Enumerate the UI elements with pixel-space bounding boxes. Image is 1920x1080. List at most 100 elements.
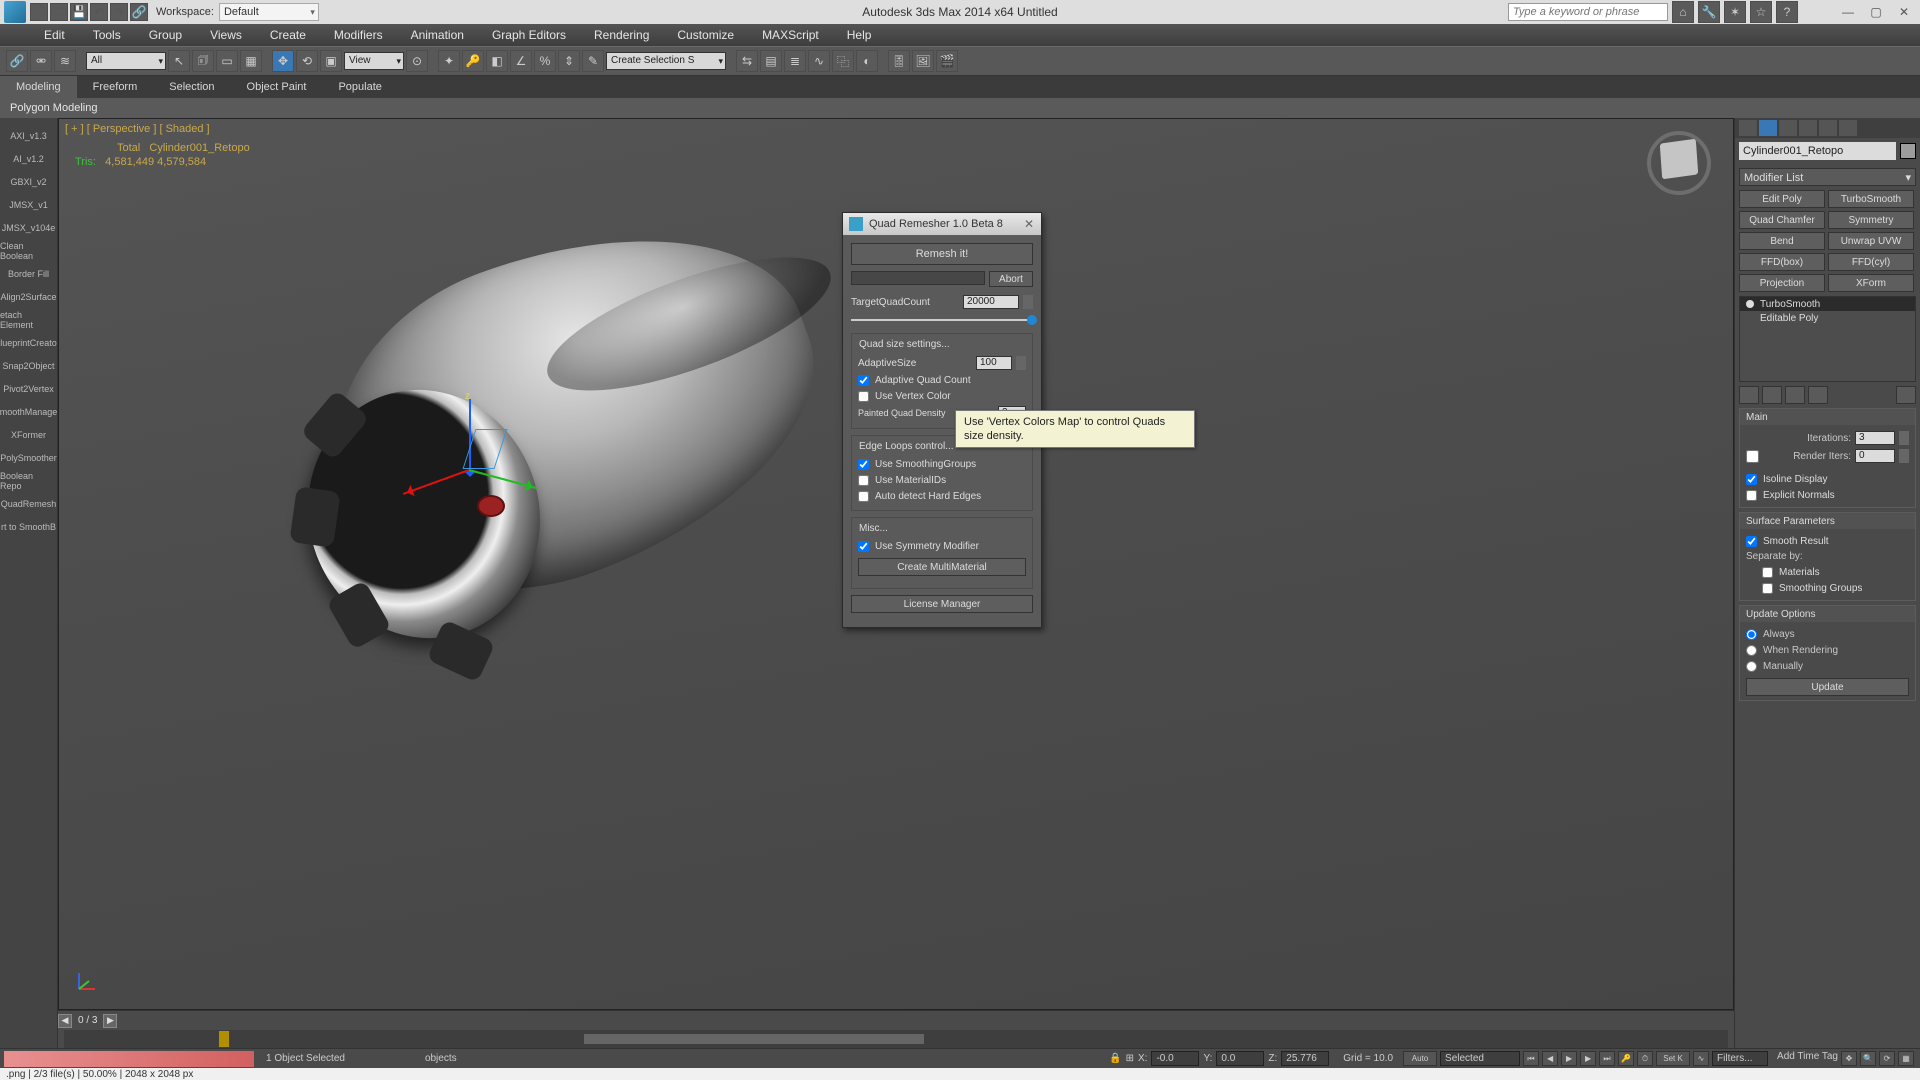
rotate-tool-icon[interactable]: ⟲ — [296, 50, 318, 72]
rollout-header[interactable]: Surface Parameters — [1740, 513, 1915, 529]
adaptive-quad-checkbox[interactable] — [858, 375, 869, 386]
setkey-button[interactable]: Set K — [1656, 1051, 1690, 1066]
select-name-icon[interactable]: 🗊 — [192, 50, 214, 72]
menu-maxscript[interactable]: MAXScript — [748, 24, 833, 46]
named-selection-dropdown[interactable]: Create Selection S — [606, 52, 726, 70]
spinner-snap-icon[interactable]: ⇕ — [558, 50, 580, 72]
utilities-tab-icon[interactable] — [1839, 120, 1857, 136]
render-prod-icon[interactable]: 🎬 — [936, 50, 958, 72]
target-quad-slider[interactable] — [851, 313, 1033, 327]
ref-coord-dropdown[interactable]: View — [344, 52, 404, 70]
script-item[interactable]: AXI_v1.3 — [0, 124, 57, 147]
smooth-result-checkbox[interactable] — [1746, 536, 1757, 547]
show-end-result-icon[interactable] — [1762, 386, 1782, 404]
manipulate-icon[interactable]: ✦ — [438, 50, 460, 72]
script-item[interactable]: Border Fill — [0, 262, 57, 285]
modifier-list-dropdown[interactable]: Modifier List — [1739, 168, 1916, 186]
timeline-left-icon[interactable]: ◀ — [58, 1014, 72, 1028]
use-symmetry-checkbox[interactable] — [858, 541, 869, 552]
pivot-center-icon[interactable]: ⊙ — [406, 50, 428, 72]
selection-filter-dropdown[interactable]: All — [86, 52, 166, 70]
curve-editor-icon[interactable]: ∿ — [808, 50, 830, 72]
pin-stack-icon[interactable] — [1739, 386, 1759, 404]
explicit-normals-checkbox[interactable] — [1746, 490, 1757, 501]
script-item[interactable]: QuadRemesh — [0, 492, 57, 515]
save-icon[interactable]: 💾 — [70, 3, 88, 21]
script-item[interactable]: PolySmoother — [0, 446, 57, 469]
menu-views[interactable]: Views — [196, 24, 256, 46]
create-multimaterial-button[interactable]: Create MultiMaterial — [858, 558, 1026, 576]
mod-btn[interactable]: Bend — [1739, 232, 1825, 250]
undo-icon[interactable]: ↶ — [90, 3, 108, 21]
ribbon-tab-freeform[interactable]: Freeform — [77, 76, 154, 98]
timeline-right-icon[interactable]: ▶ — [103, 1014, 117, 1028]
infocenter-icon[interactable]: ⌂ — [1672, 1, 1694, 23]
track-bar-segment[interactable] — [584, 1034, 924, 1044]
script-item[interactable]: Pivot2Vertex — [0, 377, 57, 400]
mod-btn[interactable]: XForm — [1828, 274, 1914, 292]
render-iters-checkbox[interactable] — [1746, 450, 1759, 463]
link-tool-icon[interactable]: 🔗 — [6, 50, 28, 72]
snap-toggle-icon[interactable]: ◧ — [486, 50, 508, 72]
render-frame-icon[interactable]: 🖼 — [912, 50, 934, 72]
motion-tab-icon[interactable] — [1799, 120, 1817, 136]
adaptive-size-field[interactable]: 100 — [976, 356, 1012, 370]
schematic-icon[interactable]: ⿻ — [832, 50, 854, 72]
mod-btn[interactable]: FFD(cyl) — [1828, 253, 1914, 271]
display-tab-icon[interactable] — [1819, 120, 1837, 136]
select-icon[interactable]: ↖ — [168, 50, 190, 72]
material-editor-icon[interactable]: ◐ — [856, 50, 878, 72]
script-item[interactable]: JMSX_v1 — [0, 193, 57, 216]
menu-edit[interactable]: Edit — [30, 24, 79, 46]
move-tool-icon[interactable]: ✥ — [272, 50, 294, 72]
script-item[interactable]: GBXI_v2 — [0, 170, 57, 193]
update-render-radio[interactable] — [1746, 645, 1757, 656]
menu-help[interactable]: Help — [833, 24, 886, 46]
script-item[interactable]: Boolean Repo — [0, 469, 57, 492]
mod-btn[interactable]: FFD(box) — [1739, 253, 1825, 271]
render-iters-field[interactable]: 0 — [1855, 449, 1895, 463]
use-matid-checkbox[interactable] — [858, 475, 869, 486]
maxscript-listener[interactable] — [4, 1051, 254, 1067]
abort-button[interactable]: Abort — [989, 271, 1033, 287]
script-item[interactable]: Align2Surface — [0, 285, 57, 308]
mod-btn[interactable]: Quad Chamfer — [1739, 211, 1825, 229]
menu-create[interactable]: Create — [256, 24, 320, 46]
menu-tools[interactable]: Tools — [79, 24, 135, 46]
add-time-tag[interactable]: Add Time Tag — [1777, 1051, 1838, 1066]
mod-btn[interactable]: Projection — [1739, 274, 1825, 292]
ribbon-tab-selection[interactable]: Selection — [153, 76, 230, 98]
autokey-button[interactable]: Auto — [1403, 1051, 1437, 1066]
stack-item[interactable]: Editable Poly — [1740, 311, 1915, 325]
new-icon[interactable]: 🗋 — [30, 3, 48, 21]
rollout-header[interactable]: Main — [1740, 409, 1915, 425]
mod-btn[interactable]: Unwrap UVW — [1828, 232, 1914, 250]
update-manual-radio[interactable] — [1746, 661, 1757, 672]
modifier-stack[interactable]: TurboSmooth Editable Poly — [1739, 296, 1916, 382]
update-always-radio[interactable] — [1746, 629, 1757, 640]
search-input[interactable] — [1508, 3, 1668, 21]
unlink-tool-icon[interactable]: ⚮ — [30, 50, 52, 72]
pan-view-icon[interactable]: ✥ — [1841, 1051, 1857, 1066]
play-icon[interactable]: ▶ — [1561, 1051, 1577, 1066]
object-name-field[interactable]: Cylinder001_Retopo — [1739, 142, 1896, 160]
z-field[interactable]: 25.776 — [1281, 1051, 1329, 1066]
key-mode-icon[interactable]: 🔑 — [1618, 1051, 1634, 1066]
help-icon[interactable]: ? — [1776, 1, 1798, 23]
slider-thumb[interactable] — [1027, 315, 1037, 325]
script-item[interactable]: XFormer — [0, 423, 57, 446]
auto-hard-checkbox[interactable] — [858, 491, 869, 502]
stack-item[interactable]: TurboSmooth — [1740, 297, 1915, 311]
favorite-icon[interactable]: ☆ — [1750, 1, 1772, 23]
key-filters-dropdown[interactable]: Filters... — [1712, 1051, 1768, 1066]
keyboard-shortcut-icon[interactable]: 🔑 — [462, 50, 484, 72]
script-item[interactable]: rt to SmoothB — [0, 515, 57, 538]
viewcube[interactable] — [1647, 131, 1711, 195]
sep-sg-checkbox[interactable] — [1762, 583, 1773, 594]
menu-modifiers[interactable]: Modifiers — [320, 24, 397, 46]
configure-sets-icon[interactable] — [1896, 386, 1916, 404]
goto-start-icon[interactable]: ⏮ — [1523, 1051, 1539, 1066]
open-icon[interactable]: 🗁 — [50, 3, 68, 21]
close-icon[interactable]: ✕ — [1892, 2, 1916, 22]
menu-animation[interactable]: Animation — [397, 24, 478, 46]
